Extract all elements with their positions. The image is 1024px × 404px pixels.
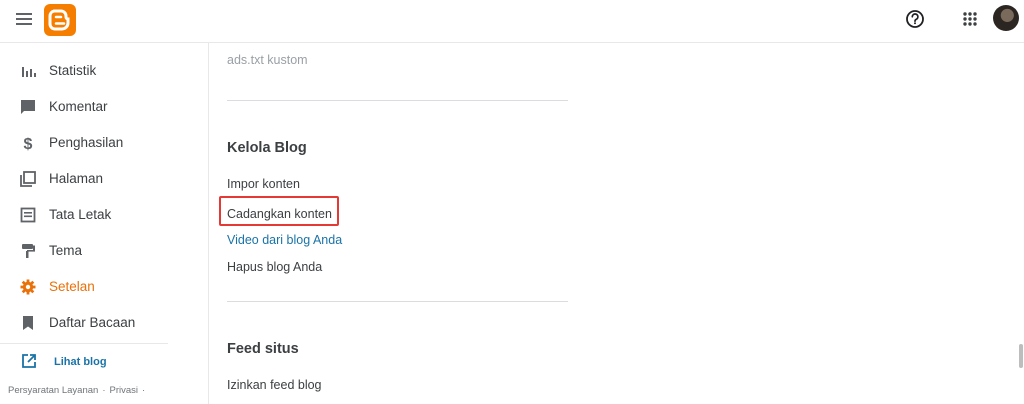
avatar[interactable] — [993, 5, 1019, 31]
ads-txt-custom-setting[interactable]: ads.txt kustom — [227, 53, 308, 67]
section-title-manage-blog: Kelola Blog — [227, 140, 307, 156]
section-divider — [227, 100, 568, 101]
view-blog-link[interactable]: Lihat blog — [0, 346, 168, 378]
dollar-icon: $ — [19, 134, 37, 153]
blog-videos-link[interactable]: Video dari blog Anda — [227, 233, 342, 247]
bookmark-icon — [19, 314, 37, 332]
import-content-link[interactable]: Impor konten — [227, 177, 300, 191]
view-blog-label: Lihat blog — [54, 356, 107, 368]
sidebar-item-penghasilan[interactable]: $ Penghasilan — [0, 125, 208, 161]
sidebar-item-label: Tema — [49, 243, 83, 258]
section-title-site-feed: Feed situs — [227, 341, 299, 357]
sidebar-item-tema[interactable]: Tema — [0, 233, 208, 269]
sidebar-item-komentar[interactable]: Komentar — [0, 89, 208, 125]
sidebar-item-label: Daftar Bacaan — [49, 315, 136, 330]
sidebar-divider — [0, 343, 168, 344]
pages-icon — [19, 170, 37, 188]
sidebar: Statistik Komentar $ Penghasilan Halaman… — [0, 43, 208, 404]
top-app-bar — [0, 0, 1024, 43]
blogger-b-icon — [48, 9, 70, 31]
sidebar-footer: Persyaratan Layanan · Privasi · — [8, 385, 149, 396]
sidebar-item-label: Komentar — [49, 99, 108, 114]
separator-dot: · — [102, 385, 106, 396]
gear-icon — [19, 278, 37, 296]
sidebar-item-daftar-bacaan[interactable]: Daftar Bacaan — [0, 305, 208, 341]
terms-link[interactable]: Persyaratan Layanan — [8, 385, 98, 396]
sidebar-item-label: Setelan — [49, 279, 95, 294]
stats-icon — [19, 62, 37, 80]
sidebar-item-label: Tata Letak — [49, 207, 112, 222]
paint-roller-icon — [19, 242, 37, 260]
open-in-new-icon — [21, 353, 37, 369]
sidebar-item-label: Penghasilan — [49, 135, 124, 150]
menu-icon[interactable] — [14, 10, 34, 28]
comment-icon — [19, 98, 37, 116]
allow-blog-feed-setting[interactable]: Izinkan feed blog — [227, 378, 322, 392]
svg-text:$: $ — [24, 136, 33, 152]
delete-blog-link[interactable]: Hapus blog Anda — [227, 260, 322, 274]
sidebar-item-label: Halaman — [49, 171, 104, 186]
blogger-logo[interactable] — [44, 4, 76, 36]
sidebar-item-label: Statistik — [49, 63, 97, 78]
apps-icon[interactable] — [960, 9, 980, 29]
sidebar-item-tata-letak[interactable]: Tata Letak — [0, 197, 208, 233]
separator-dot: · — [142, 385, 146, 396]
section-divider — [227, 301, 568, 302]
scrollbar-thumb[interactable] — [1019, 344, 1023, 368]
help-icon[interactable] — [904, 8, 926, 30]
privacy-link[interactable]: Privasi — [109, 385, 138, 396]
backup-content-link[interactable]: Cadangkan konten — [227, 207, 332, 221]
sidebar-item-halaman[interactable]: Halaman — [0, 161, 208, 197]
settings-content: ads.txt kustom Kelola Blog Impor konten … — [209, 43, 1024, 404]
sidebar-item-setelan[interactable]: Setelan — [0, 269, 208, 305]
sidebar-item-statistik[interactable]: Statistik — [0, 53, 208, 89]
layout-icon — [19, 206, 37, 224]
